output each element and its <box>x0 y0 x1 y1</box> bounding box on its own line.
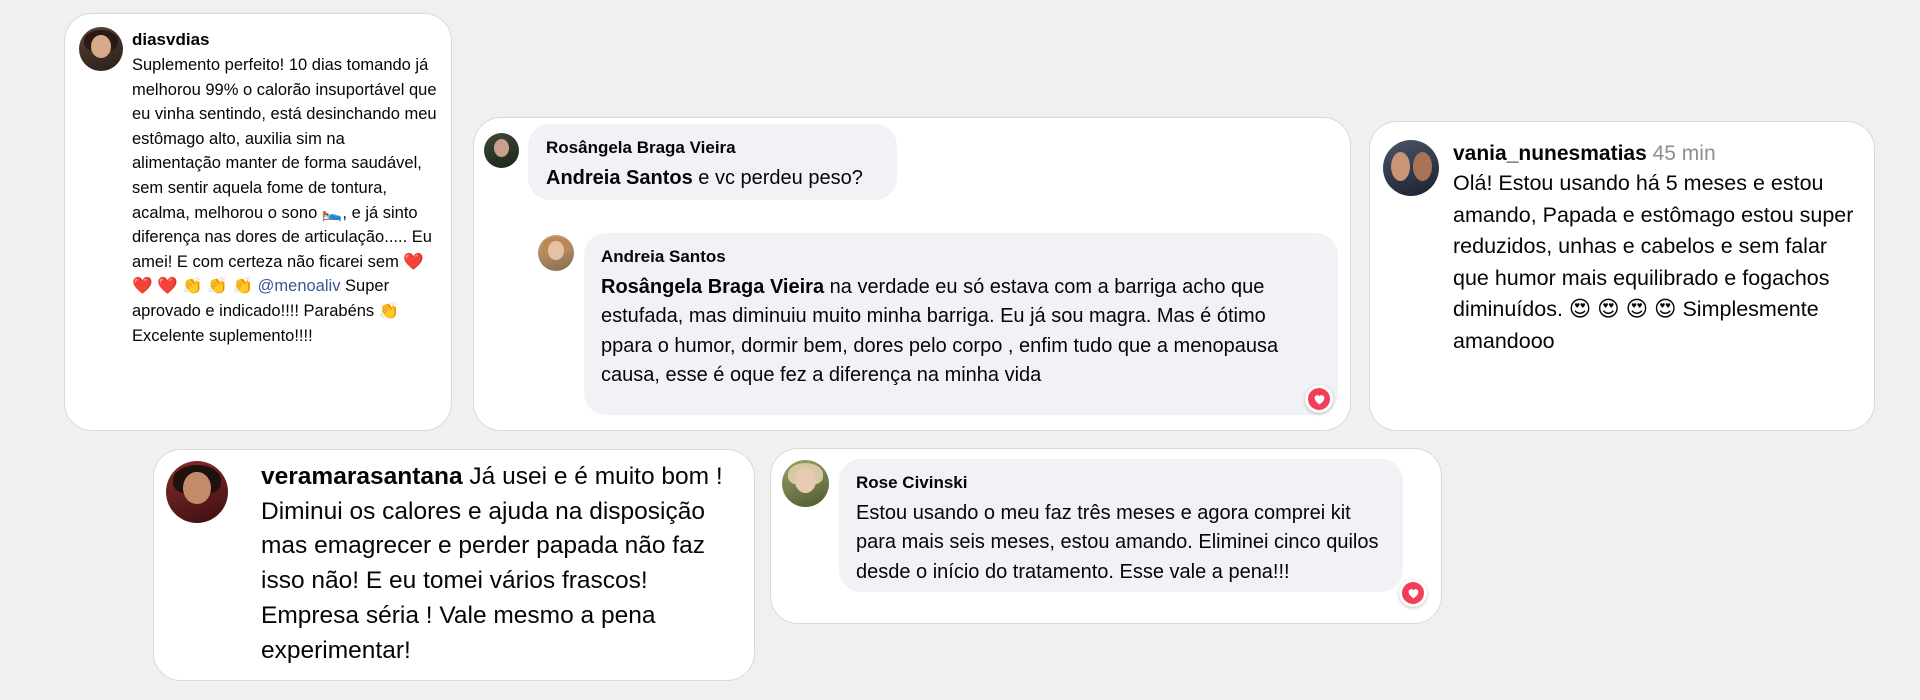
mention-link[interactable]: Andreia Santos <box>546 167 693 189</box>
comment-card-veramara: veramarasantana Já usei e é muito bom ! … <box>153 449 755 681</box>
heart-reaction-icon <box>1402 582 1424 604</box>
comment-header: vania_nunesmatias 45 min <box>1453 142 1863 166</box>
comment-bubble: Rose Civinski Estou usando o meu faz trê… <box>839 459 1403 592</box>
comment-text: Olá! Estou usando há 5 meses e estou ama… <box>1453 171 1854 353</box>
avatar-face <box>548 241 564 261</box>
comment-text: Estou usando o meu faz três meses e agor… <box>856 502 1379 583</box>
avatar-face <box>183 472 211 505</box>
comment-bubble: Rosângela Braga Vieira Andreia Santos e … <box>528 124 897 200</box>
comment-card-diasvdias: diasvdias Suplemento perfeito! 10 dias t… <box>64 13 452 431</box>
mention-link[interactable]: @menoaliv <box>258 277 341 295</box>
comment-body: vania_nunesmatias 45 min Olá! Estou usan… <box>1453 142 1863 357</box>
avatar[interactable] <box>1383 140 1439 196</box>
avatar-face <box>1390 152 1410 182</box>
author-name[interactable]: Rose Civinski <box>856 473 1386 493</box>
comment-card-vania: vania_nunesmatias 45 min Olá! Estou usan… <box>1369 121 1875 431</box>
avatar-face <box>795 468 816 493</box>
author-name[interactable]: Rosângela Braga Vieira <box>546 138 879 158</box>
comment-body: diasvdias Suplemento perfeito! 10 dias t… <box>132 30 437 348</box>
reply-bubble: Andreia Santos Rosângela Braga Vieira na… <box>584 233 1338 415</box>
comment-text: veramarasantana Já usei e é muito bom ! … <box>261 460 746 668</box>
mention-link[interactable]: Rosângela Braga Vieira <box>601 276 824 298</box>
heart-reaction[interactable] <box>1305 385 1333 413</box>
heart-reaction[interactable] <box>1399 579 1427 607</box>
reply-avatar[interactable] <box>538 235 574 271</box>
reply-text: Rosângela Braga Vieira na verdade eu só … <box>601 273 1321 391</box>
comment-card-thread: Rosângela Braga Vieira Andreia Santos e … <box>473 117 1351 431</box>
reply-author-name[interactable]: Andreia Santos <box>601 247 1321 267</box>
comment-text: Andreia Santos e vc perdeu peso? <box>546 164 879 193</box>
username[interactable]: vania_nunesmatias <box>1453 142 1647 165</box>
heart-reaction-icon <box>1308 388 1330 410</box>
avatar-face <box>493 139 510 158</box>
avatar-face <box>91 34 111 58</box>
avatar[interactable] <box>79 27 123 71</box>
username[interactable]: veramarasantana <box>261 463 463 490</box>
avatar[interactable] <box>782 460 829 507</box>
timestamp: 45 min <box>1652 142 1716 165</box>
comment-text-part: Suplemento perfeito! 10 dias tomando já … <box>132 56 437 296</box>
username[interactable]: diasvdias <box>132 30 437 50</box>
avatar[interactable] <box>484 133 519 168</box>
comment-text-part: Já usei e é muito bom ! Diminui os calor… <box>261 463 723 664</box>
avatar-face <box>1413 152 1433 182</box>
avatar[interactable] <box>166 461 228 523</box>
comment-text-part: e vc perdeu peso? <box>692 167 863 189</box>
comment-card-rose: Rose Civinski Estou usando o meu faz trê… <box>770 448 1442 624</box>
comment-text: Suplemento perfeito! 10 dias tomando já … <box>132 53 437 348</box>
